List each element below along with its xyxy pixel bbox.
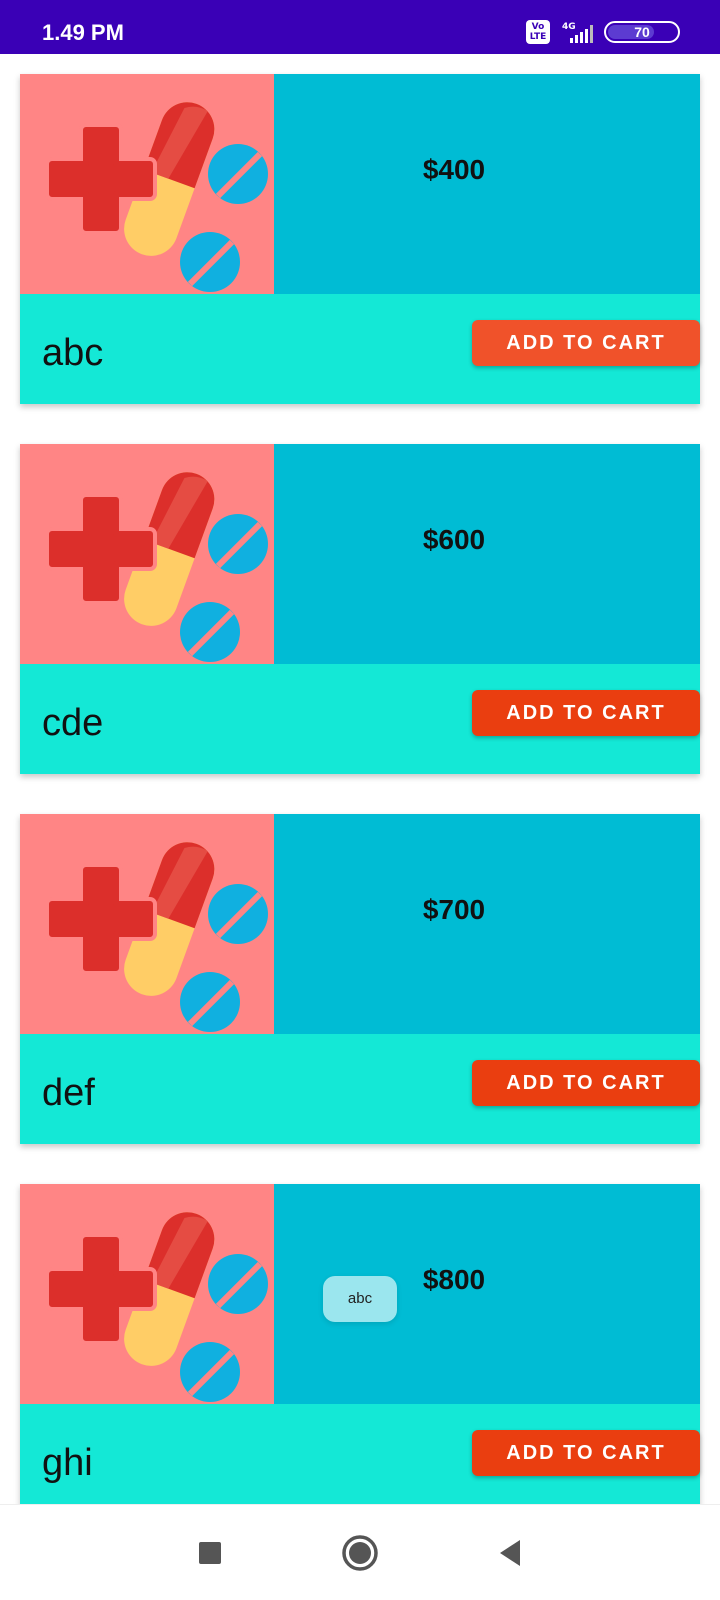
product-price: $400 [422,154,486,185]
add-to-cart-button[interactable]: ADD TO CART [472,1430,700,1476]
circle-icon [342,1535,378,1571]
product-card: $400 abc ADD TO CART [20,74,700,404]
toast-message: abc [323,1276,397,1322]
status-icons: Vo LTE 4G 70 [526,18,680,46]
recents-button[interactable] [186,1529,234,1577]
medicine-pills-icon [20,1184,274,1404]
add-to-cart-button[interactable]: ADD TO CART [472,690,700,736]
card-footer: cde ADD TO CART [20,664,700,774]
price-panel: $400 [274,74,700,294]
product-name: abc [42,332,104,374]
medicine-pills-icon [20,74,274,294]
product-card: $800 ghi ADD TO CART [20,1184,700,1504]
network-type-label: 4G [562,22,576,32]
battery-level: 70 [634,24,650,40]
home-button[interactable] [336,1529,384,1577]
volte-icon: Vo LTE [526,20,550,44]
product-name: def [42,1072,95,1114]
product-price: $700 [422,894,486,925]
product-price: $600 [422,524,486,555]
card-footer: abc ADD TO CART [20,294,700,404]
triangle-back-icon [500,1540,520,1566]
product-name: ghi [42,1442,93,1484]
back-button[interactable] [486,1529,534,1577]
price-panel: $600 [274,444,700,664]
product-card: $700 def ADD TO CART [20,814,700,1144]
card-footer: def ADD TO CART [20,1034,700,1144]
navigation-bar [0,1504,720,1600]
status-time: 1.49 PM [42,20,124,45]
add-to-cart-button[interactable]: ADD TO CART [472,320,700,366]
status-bar: 1.49 PM Vo LTE 4G 70 [0,0,720,54]
square-icon [199,1542,221,1564]
product-card: $600 cde ADD TO CART [20,444,700,774]
product-name: cde [42,702,104,744]
battery-icon: 70 [604,21,680,43]
add-to-cart-button[interactable]: ADD TO CART [472,1060,700,1106]
card-footer: ghi ADD TO CART [20,1404,700,1504]
medicine-pills-icon [20,814,274,1034]
price-panel: $700 [274,814,700,1034]
signal-icon: 4G [562,22,593,43]
medicine-pills-icon [20,444,274,664]
